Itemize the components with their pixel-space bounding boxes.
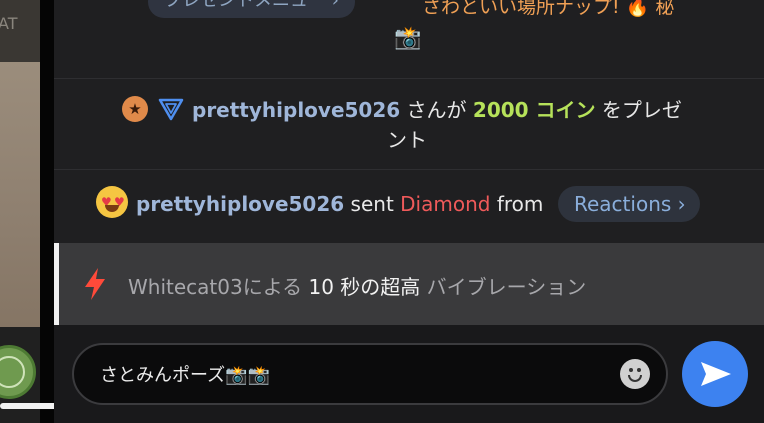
star-badge-icon: ★ bbox=[122, 96, 148, 122]
vibration-seconds: 10 bbox=[308, 275, 334, 299]
send-icon bbox=[701, 362, 731, 386]
heart-eyes-icon: ♥ ♥ bbox=[96, 186, 128, 218]
smiley-icon[interactable] bbox=[620, 359, 650, 389]
vibration-seconds-unit: 秒の bbox=[333, 275, 381, 299]
chat-input-value[interactable]: さとみんポーズ📸📸 bbox=[100, 361, 270, 387]
gift-coin-message: prettyhiplove5026 さんが 2000 コイン をプレゼ bbox=[192, 94, 682, 123]
message-text: sent bbox=[344, 192, 401, 216]
username[interactable]: prettyhiplove5026 bbox=[192, 98, 400, 122]
chat-input[interactable]: さとみんポーズ📸📸 bbox=[72, 343, 668, 405]
vibration-level: 超高 bbox=[380, 275, 421, 299]
camera-emoji: 📸 bbox=[394, 26, 422, 51]
present-menu-chip[interactable]: プレゼントメニュー › bbox=[148, 0, 355, 18]
vibration-notice: Whitecat03による 10 秒の超高 バイブレーション bbox=[54, 243, 764, 325]
video-frame bbox=[0, 62, 40, 327]
chat-panel: プレゼントメニュー › さわといい場所ナップ! 🔥 秘 📸 ★ prettyhi… bbox=[54, 0, 764, 423]
message-text: をプレゼ bbox=[595, 98, 682, 122]
reactions-chip[interactable]: Reactions › bbox=[558, 186, 700, 222]
vibration-suffix: バイブレーション bbox=[420, 275, 587, 299]
avatar-ring bbox=[0, 356, 25, 388]
panel-divider bbox=[40, 0, 54, 423]
reactions-chip-label: Reactions bbox=[574, 192, 672, 216]
gift-message: prettyhiplove5026 sent Diamond from bbox=[136, 192, 543, 216]
bolt-icon bbox=[85, 268, 105, 300]
message-text: さんが bbox=[400, 98, 473, 122]
vibration-prefix: Whitecat03による bbox=[128, 275, 309, 299]
send-button[interactable] bbox=[682, 341, 748, 407]
vibration-text: Whitecat03による 10 秒の超高 バイブレーション bbox=[128, 271, 586, 300]
chevron-right-icon: › bbox=[677, 192, 686, 216]
triangle-badge-icon bbox=[158, 98, 184, 121]
chat-message: プレゼントメニュー › さわといい場所ナップ! 🔥 秘 📸 bbox=[54, 0, 764, 78]
username[interactable]: prettyhiplove5026 bbox=[136, 192, 344, 216]
chat-input-area: さとみんポーズ📸📸 bbox=[54, 325, 764, 423]
coin-amount: 2000 コイン bbox=[472, 98, 596, 122]
video-overlay-text: AT bbox=[0, 14, 18, 33]
message-text-wrap: ント bbox=[387, 128, 427, 152]
message-text: さわといい場所ナップ! 🔥 秘 bbox=[422, 0, 675, 18]
home-indicator bbox=[0, 403, 60, 409]
video-top-region: AT bbox=[0, 0, 40, 62]
gift-name: Diamond bbox=[400, 192, 491, 216]
message-text: from bbox=[490, 192, 544, 216]
video-preview-strip[interactable]: AT bbox=[0, 0, 40, 423]
highlight-bar bbox=[54, 243, 59, 325]
